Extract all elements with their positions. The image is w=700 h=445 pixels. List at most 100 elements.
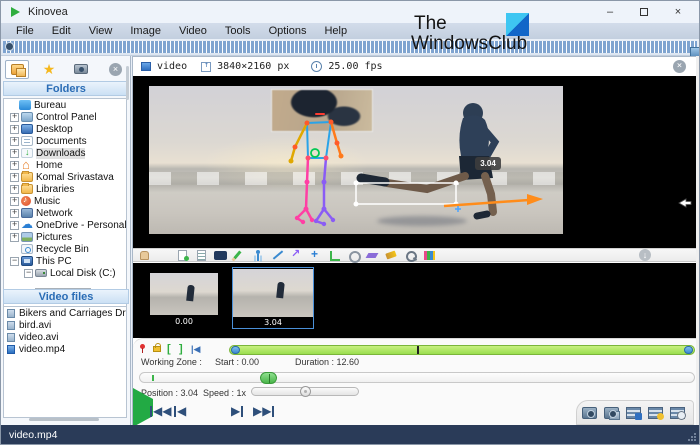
- drawing-tool-icon[interactable]: [271, 250, 284, 261]
- lock-icon[interactable]: [153, 346, 161, 352]
- drawing-tool-icon[interactable]: [195, 250, 208, 261]
- working-zone-bar[interactable]: [229, 345, 695, 355]
- playhead-tick[interactable]: [417, 346, 419, 354]
- drawing-tool-icon[interactable]: [233, 250, 246, 261]
- set-zone-start-icon[interactable]: [: [167, 344, 171, 354]
- speed-slider-knob[interactable]: [300, 386, 311, 397]
- drawing-tool-icon[interactable]: [176, 250, 189, 261]
- folder-tree-item[interactable]: Pictures: [4, 231, 126, 243]
- drawing-tool-icon[interactable]: [404, 250, 417, 261]
- expander-icon[interactable]: [10, 197, 19, 206]
- minimize-button[interactable]: –: [593, 1, 627, 23]
- toolbar-expand-icon[interactable]: ↓: [639, 249, 651, 261]
- menu-item[interactable]: View: [80, 25, 122, 37]
- drawing-tool-icon[interactable]: [252, 250, 265, 261]
- previous-frame-button[interactable]: ◀: [173, 404, 186, 418]
- menu-item[interactable]: File: [7, 25, 43, 37]
- menu-item[interactable]: Edit: [43, 25, 80, 37]
- expander-icon[interactable]: [10, 221, 19, 230]
- save-keyimages-icon[interactable]: [648, 407, 663, 419]
- expander-icon[interactable]: [10, 137, 19, 146]
- toolbar-icon[interactable]: [18, 46, 20, 48]
- tab-cameras[interactable]: [69, 60, 93, 79]
- sidebar-close-icon[interactable]: ×: [109, 63, 122, 76]
- drawing-tool-icon[interactable]: [214, 250, 227, 261]
- drawing-tool-icon[interactable]: [366, 250, 379, 261]
- drawing-tool-icon[interactable]: [290, 250, 303, 261]
- folder-tree-item[interactable]: Control Panel: [4, 111, 126, 123]
- player-close-icon[interactable]: ×: [673, 60, 686, 73]
- expander-icon[interactable]: [10, 257, 19, 266]
- video-file-item[interactable]: Bikers and Carriages Driving o: [4, 307, 126, 319]
- folder-item-icon: [21, 160, 33, 170]
- keypoint-marker: [455, 206, 461, 212]
- menu-item[interactable]: Video: [170, 25, 216, 37]
- maximize-button[interactable]: [627, 1, 661, 23]
- go-to-start-button[interactable]: ◀◀: [149, 404, 171, 418]
- expander-icon[interactable]: [10, 125, 19, 134]
- zone-start-handle[interactable]: [231, 346, 240, 354]
- tree-scrollbar[interactable]: [126, 66, 129, 100]
- drawing-tool-icon[interactable]: [328, 250, 341, 261]
- menu-item[interactable]: Tools: [216, 25, 260, 37]
- drawing-tool-icon[interactable]: [385, 250, 398, 261]
- video-file-item[interactable]: bird.avi: [4, 319, 126, 331]
- folder-item-label: Home: [36, 160, 63, 171]
- next-frame-button[interactable]: ▶: [231, 404, 244, 418]
- expander-icon[interactable]: [10, 209, 19, 218]
- folder-tree-item[interactable]: Documents: [4, 135, 126, 147]
- folder-tree-item[interactable]: OneDrive - Personal: [4, 219, 126, 231]
- keyframe-thumbnail[interactable]: 0.00: [150, 273, 218, 325]
- snapshot-icon[interactable]: [582, 407, 597, 419]
- marker-pin-icon[interactable]: [140, 344, 145, 349]
- video-viewport[interactable]: 3.04: [133, 76, 696, 248]
- expander-icon[interactable]: [10, 113, 19, 122]
- folder-tree-item[interactable]: Bureau: [4, 99, 126, 111]
- resize-grip[interactable]: [688, 433, 696, 441]
- menu-item[interactable]: Help: [315, 25, 356, 37]
- expander-icon[interactable]: [10, 173, 19, 182]
- video-file-item[interactable]: video.mp4: [4, 343, 126, 355]
- drawing-tool-icon[interactable]: [138, 250, 151, 261]
- resize-icon[interactable]: [201, 62, 211, 72]
- speed-slider[interactable]: [251, 387, 359, 396]
- folder-tree-item[interactable]: Desktop: [4, 123, 126, 135]
- tab-shortcuts[interactable]: ★: [37, 60, 61, 79]
- drawing-tool-icon[interactable]: [347, 250, 360, 261]
- drawing-tool-icon[interactable]: [423, 250, 436, 261]
- expander-icon[interactable]: [10, 161, 19, 170]
- keyframe-thumbnail-selected[interactable]: 3.04: [232, 267, 314, 329]
- menu-item[interactable]: Options: [260, 25, 316, 37]
- reset-zone-icon[interactable]: |◀: [191, 344, 200, 355]
- video-file-item[interactable]: video.avi: [4, 331, 126, 343]
- dual-snapshot-icon[interactable]: [604, 407, 619, 419]
- expander-icon[interactable]: [24, 269, 33, 278]
- menu-item[interactable]: Image: [121, 25, 170, 37]
- files-horizontal-scrollbar[interactable]: [29, 418, 99, 421]
- tracker-cursor[interactable]: [260, 372, 277, 384]
- expander-icon[interactable]: [10, 149, 19, 158]
- player-panel: video 3840×2160 px 25.00 fps ×: [132, 56, 697, 425]
- folder-tree-item[interactable]: Local Disk (C:): [4, 267, 126, 279]
- folder-tree-item[interactable]: Home: [4, 159, 126, 171]
- expander-icon[interactable]: [10, 185, 19, 194]
- zone-end-handle[interactable]: [684, 346, 693, 354]
- folder-tree-item[interactable]: Recycle Bin: [4, 243, 126, 255]
- set-zone-end-icon[interactable]: ]: [179, 344, 183, 354]
- close-button[interactable]: ×: [661, 1, 695, 23]
- folder-item-label: Documents: [36, 136, 87, 147]
- expander-icon[interactable]: [10, 233, 19, 242]
- go-to-end-button[interactable]: ▶▶: [253, 404, 275, 418]
- drawing-tool-icon[interactable]: [157, 250, 170, 261]
- folder-tree-item[interactable]: Music: [4, 195, 126, 207]
- frame-tracker[interactable]: [139, 372, 695, 383]
- folder-tree-item[interactable]: This PC: [4, 255, 126, 267]
- drawing-tool-icon[interactable]: [309, 250, 322, 261]
- save-observational-icon[interactable]: [670, 407, 685, 419]
- annotation-overlay[interactable]: [133, 76, 696, 248]
- tab-folder-explorer[interactable]: [5, 60, 29, 79]
- save-video-icon[interactable]: [626, 407, 641, 419]
- folder-tree-item[interactable]: Libraries: [4, 183, 126, 195]
- time-overlay-badge[interactable]: 3.04: [475, 157, 501, 170]
- folder-tree-item[interactable]: Komal Srivastava: [4, 171, 126, 183]
